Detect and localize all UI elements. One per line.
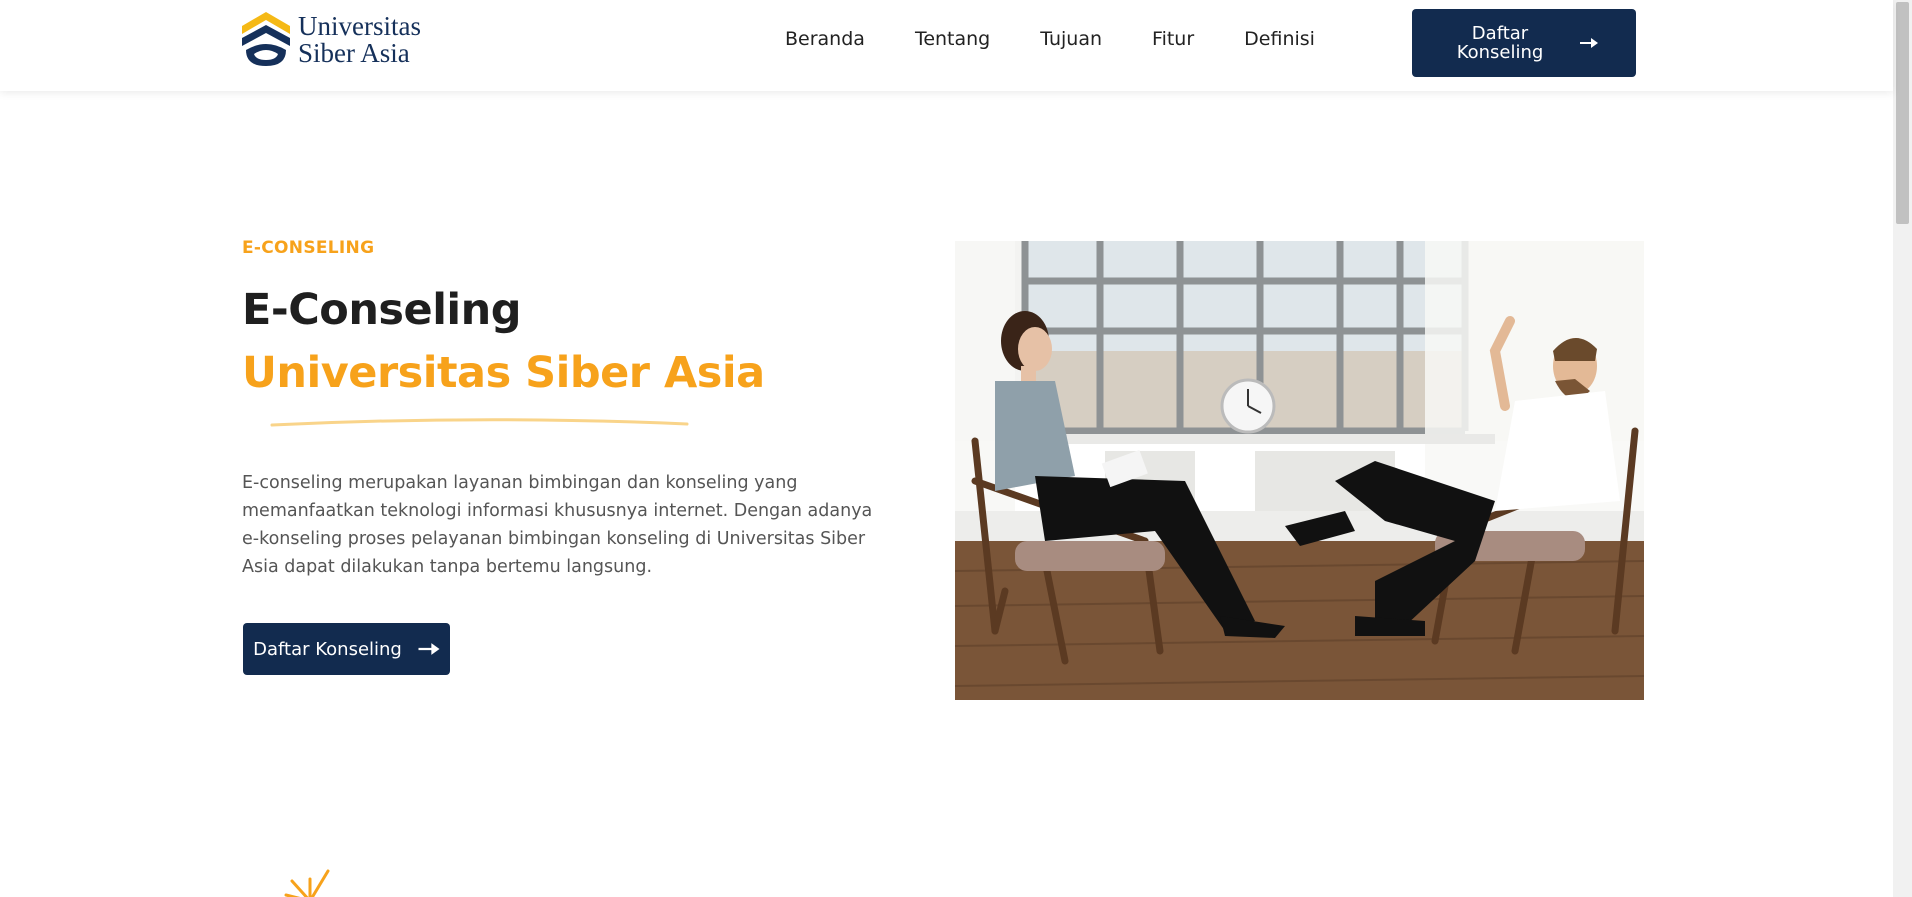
counseling-session-photo [955, 241, 1644, 700]
scrollbar-thumb[interactable] [1896, 2, 1909, 224]
nav-tujuan[interactable]: Tujuan [1040, 28, 1102, 50]
main-nav: Beranda Tentang Tujuan Fitur Definisi [785, 28, 1315, 50]
hero-description: E-conseling merupakan layanan bimbingan … [242, 473, 873, 577]
sparkle-icon [284, 869, 330, 897]
nav-definisi[interactable]: Definisi [1244, 28, 1315, 50]
header-daftar-konseling-button[interactable]: Daftar Konseling [1412, 9, 1636, 77]
hero-cta-label: Daftar Konseling [253, 638, 402, 660]
header-cta-label: Daftar Konseling [1456, 23, 1544, 63]
logo[interactable]: Universitas Siber Asia [242, 12, 421, 68]
nav-fitur[interactable]: Fitur [1152, 28, 1194, 50]
logo-line1: Universitas [298, 11, 421, 41]
hero-subtitle: Universitas Siber Asia [242, 348, 765, 398]
hero-eyebrow: E-CONSELING [242, 238, 375, 258]
site-header: Universitas Siber Asia Beranda Tentang T… [0, 0, 1893, 91]
logo-text: Universitas Siber Asia [298, 13, 421, 67]
arrow-right-icon [418, 643, 440, 655]
page-scrollbar[interactable] [1893, 0, 1912, 897]
logo-mark-icon [242, 12, 290, 66]
nav-tentang[interactable]: Tentang [915, 28, 990, 50]
arrow-right-icon [1580, 38, 1598, 48]
logo-line2: Siber Asia [298, 38, 410, 68]
title-underline-decoration [270, 418, 689, 427]
hero-daftar-konseling-button[interactable]: Daftar Konseling [243, 623, 450, 675]
hero-title: E-Conseling [242, 285, 522, 335]
nav-beranda[interactable]: Beranda [785, 28, 865, 50]
